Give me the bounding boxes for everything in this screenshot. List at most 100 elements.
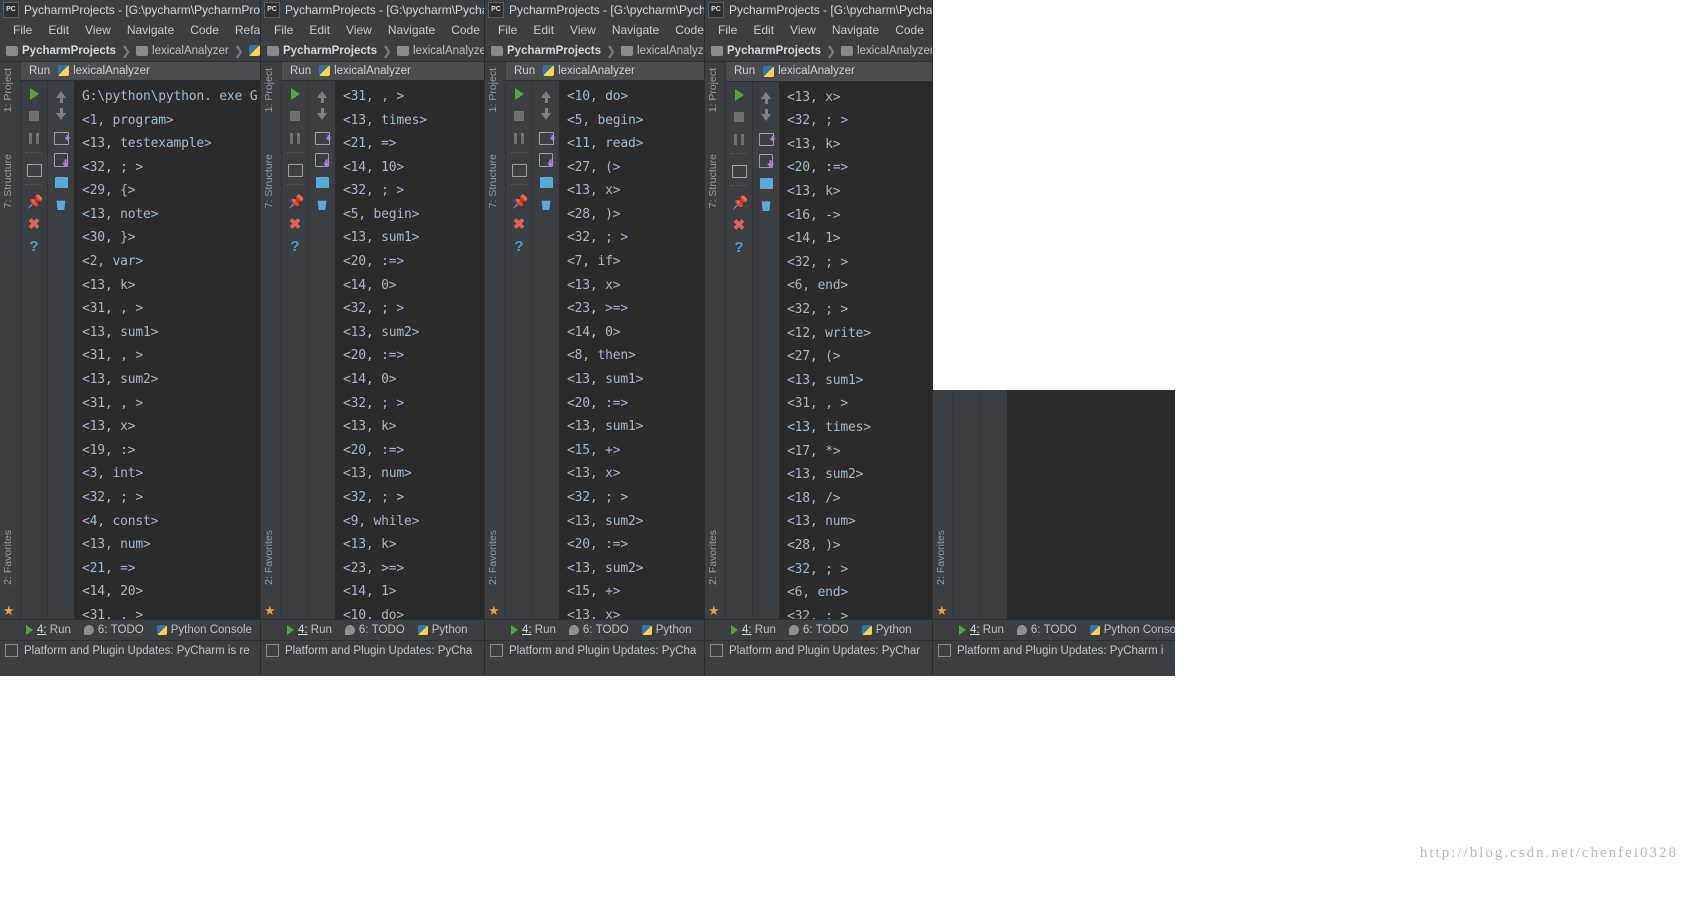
status-bar-4[interactable]: Platform and Plugin Updates: PyChar	[705, 640, 933, 660]
run-tab-header[interactable]: Run lexicalAnalyzer	[282, 62, 498, 81]
menu-code[interactable]: Code	[182, 23, 227, 37]
breadcrumb-item-project[interactable]: PycharmProjects	[6, 45, 116, 57]
favorites-star-icon[interactable]: ★	[936, 604, 948, 617]
left-tool-strip[interactable]: 1: Project 7: Structure 2: Favorites ★	[0, 62, 21, 619]
tool-window-favorites[interactable]: 2: Favorites	[707, 530, 719, 585]
status-bar-2[interactable]: Platform and Plugin Updates: PyCha	[261, 640, 498, 660]
menu-code[interactable]: Code	[887, 23, 932, 37]
prev-occurrence-button[interactable]	[536, 84, 556, 105]
rerun-button[interactable]	[509, 84, 529, 105]
tool-window-project[interactable]: 1: Project	[2, 68, 14, 112]
menu-edit[interactable]: Edit	[525, 23, 562, 37]
tool-window-favorites[interactable]: 2: Favorites	[487, 530, 499, 585]
menu-edit[interactable]: Edit	[745, 23, 782, 37]
breadcrumb[interactable]: PycharmProjects ❯ lexicalAnalyzer	[261, 40, 498, 62]
close-button[interactable]: ✖	[24, 214, 44, 235]
bottom-tab-run[interactable]: 4: Run	[959, 624, 1004, 636]
run-tab-header[interactable]: Run lexicalAnalyzer	[21, 62, 265, 81]
soft-wrap-button[interactable]	[536, 128, 556, 149]
help-button[interactable]: ?	[24, 236, 44, 257]
menu-edit[interactable]: Edit	[301, 23, 338, 37]
bottom-tab-python-console[interactable]: Python	[417, 624, 468, 636]
bottom-tab-todo[interactable]: 6: TODO	[568, 624, 629, 636]
console-output-4[interactable]: <13, x> <32, ; > <13, k> <20, :=> <13, k> <16…	[779, 81, 933, 619]
bottom-tool-tabs-3[interactable]: 4: Run 6: TODO Python	[485, 619, 723, 640]
next-occurrence-button[interactable]	[312, 106, 332, 127]
prev-occurrence-button[interactable]	[312, 84, 332, 105]
menu-bar[interactable]: File Edit View Navigate Code Ref	[705, 19, 933, 40]
left-tool-strip[interactable]: 1: Project 7: Structure 2: Favorites ★	[485, 62, 506, 619]
stop-button[interactable]	[729, 107, 749, 128]
tool-window-project[interactable]: 1: Project	[707, 68, 719, 112]
run-toolbar-primary[interactable]: 📌 ✖ ?	[21, 80, 47, 619]
close-button[interactable]: ✖	[285, 214, 305, 235]
run-tab-header[interactable]: Run lexicalAnalyzer	[506, 62, 723, 81]
help-button[interactable]: ?	[729, 237, 749, 258]
menu-file[interactable]: File	[710, 23, 745, 37]
next-occurrence-button[interactable]	[536, 106, 556, 127]
menu-view[interactable]: View	[338, 23, 380, 37]
favorites-star-icon[interactable]: ★	[264, 604, 276, 617]
print-button[interactable]	[756, 173, 776, 194]
breadcrumb-item-folder[interactable]: lexicalAnalyzer	[841, 45, 933, 57]
help-button[interactable]: ?	[285, 236, 305, 257]
bottom-tab-python-console[interactable]: Python	[861, 624, 912, 636]
export-button[interactable]	[536, 150, 556, 171]
breadcrumb-item-folder[interactable]: lexicalAnalyzer	[136, 45, 229, 57]
console-view-button[interactable]	[285, 160, 305, 181]
pause-button[interactable]	[24, 128, 44, 149]
export-button[interactable]	[312, 150, 332, 171]
console-view-button[interactable]	[24, 160, 44, 181]
breadcrumb-item-project[interactable]: PycharmProjects	[711, 45, 821, 57]
status-bar-1[interactable]: Platform and Plugin Updates: PyCharm is …	[0, 640, 265, 660]
pycharm-window-3[interactable]: PC PycharmProjects - [G:\pycharm\Pycharm…	[485, 0, 723, 676]
menu-file[interactable]: File	[266, 23, 301, 37]
menu-file[interactable]: File	[490, 23, 525, 37]
tool-window-project[interactable]: 1: Project	[263, 68, 275, 112]
bottom-tab-todo[interactable]: 6: TODO	[788, 624, 849, 636]
breadcrumb-item-project[interactable]: PycharmProjects	[267, 45, 377, 57]
title-bar[interactable]: PC PycharmProjects - [G:\pycharm\Pycharm…	[485, 0, 723, 19]
favorites-star-icon[interactable]: ★	[3, 604, 15, 617]
pin-tab-button[interactable]: 📌	[24, 192, 44, 213]
menu-bar[interactable]: File Edit View Navigate Code Ref	[261, 19, 498, 40]
console-output-2[interactable]: <31, , > <13, times> <21, => <14, 10> <32, ;…	[335, 80, 498, 619]
menu-view[interactable]: View	[77, 23, 119, 37]
rerun-button[interactable]	[24, 84, 44, 105]
left-tool-strip[interactable]: 1: Project 7: Structure 2: Favorites ★	[705, 62, 726, 619]
bottom-tool-tabs-1[interactable]: 4: Run 6: TODO Python Console	[0, 619, 265, 640]
print-button[interactable]	[312, 172, 332, 193]
run-toolbar-secondary[interactable]	[752, 81, 779, 619]
pycharm-window-4[interactable]: PC PycharmProjects - [G:\pycharm\Pycharm…	[705, 0, 933, 676]
pause-button[interactable]	[729, 129, 749, 150]
pin-tab-button[interactable]: 📌	[729, 193, 749, 214]
close-button[interactable]: ✖	[509, 214, 529, 235]
menu-bar[interactable]: File Edit View Navigate Code Ref	[485, 19, 723, 40]
stop-button[interactable]	[509, 106, 529, 127]
tool-window-favorites[interactable]: 2: Favorites	[263, 530, 275, 585]
print-button[interactable]	[51, 172, 71, 193]
pin-tab-button[interactable]: 📌	[509, 192, 529, 213]
clear-all-button[interactable]	[312, 194, 332, 215]
soft-wrap-button[interactable]	[756, 129, 776, 150]
rerun-button[interactable]	[729, 85, 749, 106]
soft-wrap-button[interactable]	[312, 128, 332, 149]
stop-button[interactable]	[285, 106, 305, 127]
help-button[interactable]: ?	[509, 236, 529, 257]
breadcrumb-item-folder[interactable]: lexicalAnalyzer	[621, 45, 714, 57]
clear-all-button[interactable]	[536, 194, 556, 215]
pause-button[interactable]	[509, 128, 529, 149]
run-tab-header[interactable]: Run lexicalAnalyzer	[726, 62, 933, 82]
prev-occurrence-button[interactable]	[756, 85, 776, 106]
run-toolbar-primary[interactable]: 📌 ✖ ?	[506, 80, 532, 619]
title-bar[interactable]: PC PycharmProjects - [G:\pycharm\Pycharm…	[705, 0, 933, 19]
run-toolbar-secondary[interactable]	[308, 80, 335, 619]
menu-navigate[interactable]: Navigate	[824, 23, 887, 37]
pycharm-window-1[interactable]: PC PycharmProjects - [G:\pycharm\Pycharm…	[0, 0, 265, 676]
bottom-tab-todo[interactable]: 6: TODO	[344, 624, 405, 636]
close-button[interactable]: ✖	[729, 215, 749, 236]
breadcrumb[interactable]: PycharmProjects ❯ lexicalAnalyzer	[485, 40, 723, 62]
favorites-star-icon[interactable]: ★	[708, 604, 720, 617]
run-toolbar-primary[interactable]: 📌 ✖ ?	[726, 81, 752, 619]
menu-file[interactable]: File	[5, 23, 40, 37]
